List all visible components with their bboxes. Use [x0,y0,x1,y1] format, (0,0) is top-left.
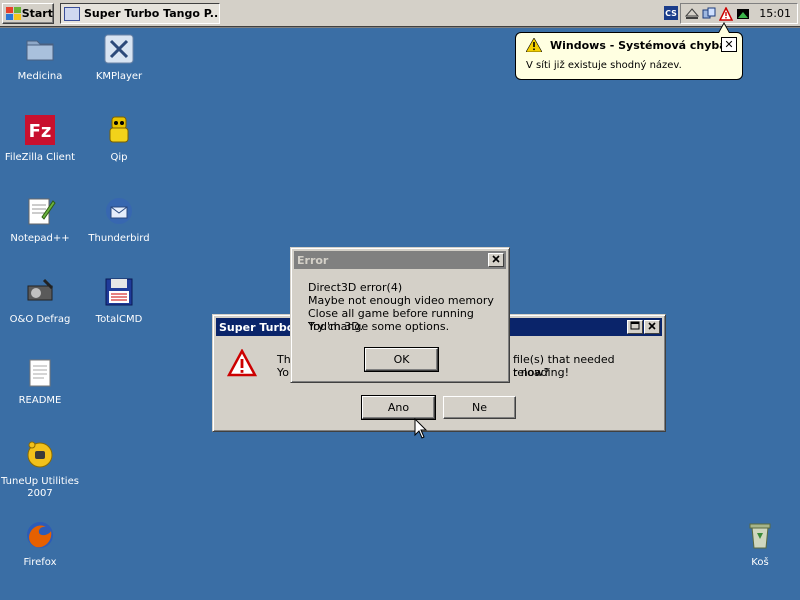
dialog-title: Super Turbo [219,320,295,334]
system-tray: 15:01 [680,3,798,24]
desktop-icon-totalcmd[interactable]: TotalCMD [80,276,158,326]
error-line-4: Try change some options. [308,320,450,333]
desktop-icon-readme[interactable]: README [1,357,79,407]
balloon-close-button[interactable]: ✕ [721,37,737,52]
close-button[interactable] [644,320,660,334]
thunderbird-icon [103,195,135,227]
close-button[interactable] [488,253,504,267]
taskbar-item-label: Super Turbo Tango P... [84,7,220,20]
error-dialog-title: Error [297,253,329,267]
desktop-icon-firefox[interactable]: Firefox [1,519,79,569]
desktop-icon-tuneup[interactable]: TuneUp Utilities 2007 [1,438,79,500]
error-line-2: Maybe not enough video memory [308,294,494,307]
windows-logo-icon [6,6,21,21]
yes-button[interactable]: Ano [361,395,436,420]
error-dialog: Error Direct3D error(4) Maybe not enough… [290,247,510,383]
kmplayer-icon [103,33,135,65]
mouse-cursor-icon [414,418,428,439]
desktop-icon-notepadpp[interactable]: Notepad++ [1,195,79,245]
desktop-icon-filezilla[interactable]: Fz FileZilla Client [1,114,79,164]
desktop-icon-thunderbird[interactable]: Thunderbird [80,195,158,245]
eject-icon[interactable] [685,7,700,21]
start-label: Start [21,7,53,20]
close-icon [492,255,500,263]
notepad-icon [24,195,56,227]
network-icon[interactable] [702,7,716,21]
taskbar-item-super-turbo-tango[interactable]: Super Turbo Tango P... [60,3,220,24]
ok-button[interactable]: OK [364,347,439,372]
start-button[interactable]: Start [2,3,54,24]
text-file-icon [24,357,56,389]
monitor-tray-icon[interactable] [736,7,750,21]
desktop-icon-medicina[interactable]: Medicina [1,33,79,83]
cs-language-icon[interactable]: CS [664,6,678,20]
warning-icon [526,38,542,52]
recycle-bin-icon [744,519,776,551]
notification-balloon[interactable]: Windows - Systémová chyba V síti již exi… [515,32,743,80]
defrag-icon [24,276,56,308]
restore-button[interactable] [627,320,643,334]
totalcmd-icon [103,276,135,308]
balloon-tail-fill [719,24,729,33]
warning-icon[interactable] [719,6,734,21]
no-button[interactable]: Ne [443,396,516,419]
filezilla-icon: Fz [24,114,56,146]
warning-icon [227,349,257,377]
desktop-icon-qip[interactable]: Qip [80,114,158,164]
folder-icon [24,33,56,65]
close-icon [648,322,656,330]
balloon-title: Windows - Systémová chyba [550,39,727,52]
taskbar: Start Super Turbo Tango P... CS 15:01 [0,0,800,28]
app-window-icon [64,6,80,21]
error-line-1: Direct3D error(4) [308,281,403,294]
firefox-icon [24,519,56,551]
qip-icon [103,114,135,146]
desktop-icon-recycle-bin[interactable]: Koš [721,519,799,569]
message-line2-end: t now? [513,366,550,379]
svg-text:Fz: Fz [29,121,52,142]
balloon-message: V síti již existuje shodný název. [526,60,682,71]
tuneup-icon [24,438,56,470]
restore-icon [630,321,640,330]
error-titlebar[interactable]: Error [294,251,506,269]
desktop-icon-kmplayer[interactable]: KMPlayer [80,33,158,83]
desktop-icon-oo-defrag[interactable]: O&O Defrag [1,276,79,326]
clock[interactable]: 15:01 [759,7,791,20]
